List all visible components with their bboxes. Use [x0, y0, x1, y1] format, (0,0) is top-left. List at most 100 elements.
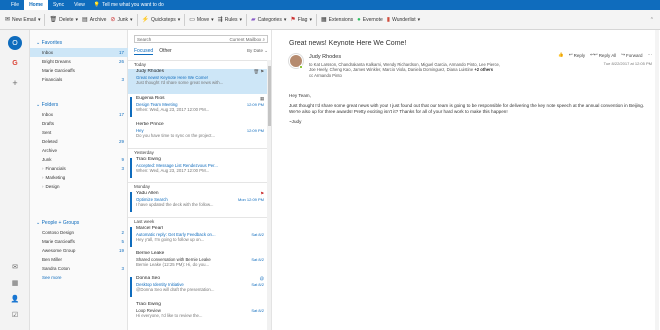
divider	[315, 13, 317, 26]
cc-recipients[interactable]: Armando Pinto	[314, 73, 342, 78]
message-item[interactable]: Yadu Allen ⚑ Optimize Search Mon 12:09 PM …	[128, 191, 268, 213]
folder-financials[interactable]: › Financials 3	[30, 164, 128, 173]
folder-sent[interactable]: Sent	[30, 128, 128, 137]
tasks-icon[interactable]: ☑	[8, 308, 22, 322]
group-header-last-week: Last week	[128, 217, 268, 225]
divider	[44, 13, 46, 26]
to-recipients[interactable]: Kat Larsson, Chandrakanta Kalkarni, Wend…	[309, 62, 500, 72]
folder-drafts[interactable]: Drafts	[30, 119, 128, 128]
forward-button[interactable]: ↪ Forward	[621, 52, 642, 58]
group-label: Marie Garcieaffs	[42, 239, 75, 244]
message-item[interactable]: Hertie Prince Hey 12:09 PM Do you have ti…	[128, 122, 268, 144]
wunderlist-label: Wunderlist	[392, 16, 416, 23]
mail-icon[interactable]: ✉	[8, 260, 22, 274]
message-time: 12:09 PM	[246, 101, 264, 107]
search-scope[interactable]: Current Mailbox	[229, 37, 261, 42]
reading-pane-scrollbar[interactable]	[655, 30, 659, 330]
collapse-ribbon-icon[interactable]: ⌃	[650, 17, 654, 23]
group-ben-miller[interactable]: Ben Miller	[30, 255, 128, 264]
tab-home[interactable]: Home	[24, 0, 48, 10]
flag-button[interactable]: ⚑ Flag ▾	[290, 16, 312, 24]
folder-marketing[interactable]: › Marketing	[30, 173, 128, 182]
message-item[interactable]: Judy Rhodes 🗑 ⚑ Great news! Keynote Here …	[128, 69, 268, 94]
folder-deleted[interactable]: Deleted 29	[30, 137, 128, 146]
message-item[interactable]: Traci Ewing Loop Review Sat 8/2 Hi everyo…	[128, 302, 268, 324]
tab-other[interactable]: Other	[159, 48, 172, 54]
trash-icon: 🗑	[49, 17, 58, 23]
tab-focused[interactable]: Focused	[134, 48, 154, 55]
message-item[interactable]: Marcel Pearl Automatic reply: Get Early …	[128, 226, 268, 248]
more-options-icon[interactable]: ⋯	[648, 52, 653, 58]
email-sender[interactable]: Judy Rhodes	[309, 54, 341, 60]
tab-file[interactable]: File	[6, 0, 24, 10]
tab-sync[interactable]: Sync	[48, 0, 69, 10]
group-marie[interactable]: Marie Garcieaffs 5	[30, 237, 128, 246]
folder-label: Sent	[42, 130, 52, 135]
categories-button[interactable]: ▰ Categories ▾	[251, 16, 286, 24]
message-item[interactable]: Donna Seo @ Desktop Identity Initiative Sa…	[128, 276, 268, 298]
favorite-bright-dreams[interactable]: Bright Dreams 26	[30, 57, 128, 66]
folder-label: Drafts	[42, 121, 55, 126]
unread-count: 5	[121, 239, 124, 244]
evernote-button[interactable]: ● Evernote	[357, 17, 383, 23]
move-button[interactable]: ▭ Move ▾	[189, 16, 213, 24]
message-time: Sat 8/2	[251, 281, 264, 287]
outlook-account-icon[interactable]: O	[8, 36, 22, 50]
message-item[interactable]: Bernie Leake Shared conversation with Be…	[128, 251, 268, 273]
favorite-marie[interactable]: Marie Garcieaffs	[30, 66, 128, 75]
google-account-icon[interactable]: G	[8, 56, 22, 70]
tell-me-box[interactable]: 💡 Tell me what you want to do	[94, 2, 164, 8]
forward-icon: ↪	[621, 52, 625, 57]
folder-junk[interactable]: Junk 9	[30, 155, 128, 164]
people-groups-header[interactable]: ⌄ People + Groups	[30, 218, 128, 228]
quicksteps-button[interactable]: ⚡ Quicksteps ▾	[142, 16, 181, 24]
rules-button[interactable]: ⇶ Rules ▾	[218, 16, 242, 24]
search-icon[interactable]: ⌕	[262, 37, 265, 42]
new-email-label: New Email	[12, 16, 36, 23]
tab-view[interactable]: View	[69, 0, 90, 10]
search-box[interactable]: Search Current Mailbox ⌕	[134, 35, 268, 43]
junk-button[interactable]: ⊘ Junk ▾	[110, 16, 132, 24]
calendar-icon[interactable]: ▦	[8, 276, 22, 290]
forward-label: Forward	[625, 52, 643, 58]
group-sandra-coton[interactable]: Sandra Coton 3	[30, 264, 128, 273]
scrollbar-thumb[interactable]	[267, 66, 271, 126]
chevron-down-icon: ▾	[177, 16, 181, 23]
search-input[interactable]: Search	[137, 37, 151, 42]
message-preview: Hey y'all, I'm going to follow up on...	[136, 237, 205, 243]
group-contoso-design[interactable]: Contoso Design 2	[30, 228, 128, 237]
reply-label: Reply	[573, 52, 586, 58]
reply-all-button[interactable]: ↩↩ Reply All	[590, 52, 616, 58]
archive-button[interactable]: ▤ Archive	[82, 16, 106, 24]
message-actions-icon[interactable]: 🗑 ⚑	[253, 69, 264, 75]
focused-other-tabs: Focused Other By Date ⌄	[134, 46, 268, 56]
delete-button[interactable]: 🗑 Delete ▾	[49, 16, 78, 24]
new-email-button[interactable]: ✉ New Email ▾	[5, 16, 40, 24]
people-icon[interactable]: 👤	[8, 292, 22, 306]
add-account-icon[interactable]: +	[8, 76, 22, 90]
message-preview: Just thought I'd share some great news w…	[136, 80, 224, 86]
folders-header[interactable]: ⌄ Folders	[30, 100, 128, 110]
favorite-inbox[interactable]: Inbox 17	[30, 48, 128, 57]
message-list-scrollbar[interactable]	[267, 60, 271, 330]
wunderlist-button[interactable]: ▮ Wunderlist ▾	[387, 16, 420, 24]
email-date: Tue 8/22/2017 at 12:05 PM	[603, 61, 652, 66]
like-icon[interactable]: 👍	[558, 52, 564, 58]
reading-pane: Great news! Keynote Here We Come! Judy R…	[272, 30, 660, 330]
folder-design[interactable]: › Design	[30, 182, 128, 191]
message-item[interactable]: Eugenia Rios ▦ Design Team Meeting 12:09 P…	[128, 96, 268, 118]
more-recipients-link[interactable]: +2 others	[474, 67, 493, 72]
sort-dropdown[interactable]: By Date ⌄	[247, 48, 268, 54]
reply-button[interactable]: ↩ Reply	[569, 52, 585, 58]
group-awesome[interactable]: Awesome Group 19	[30, 246, 128, 255]
favorite-financials[interactable]: Financials 3	[30, 75, 128, 84]
chevron-down-icon: ▾	[309, 16, 312, 23]
message-preview: @Donna Seo will draft the presentation..…	[136, 287, 215, 293]
favorites-header[interactable]: ⌄ Favorites	[30, 38, 128, 48]
extensions-button[interactable]: ▦ Extensions	[321, 16, 353, 24]
folder-inbox[interactable]: Inbox 17	[30, 110, 128, 119]
message-item[interactable]: Traci Ewing Accepted: Message List Rende…	[128, 157, 268, 179]
tell-me-text: Tell me what you want to do	[102, 2, 164, 8]
folder-archive[interactable]: Archive	[30, 146, 128, 155]
see-more-link[interactable]: See more	[30, 273, 128, 282]
